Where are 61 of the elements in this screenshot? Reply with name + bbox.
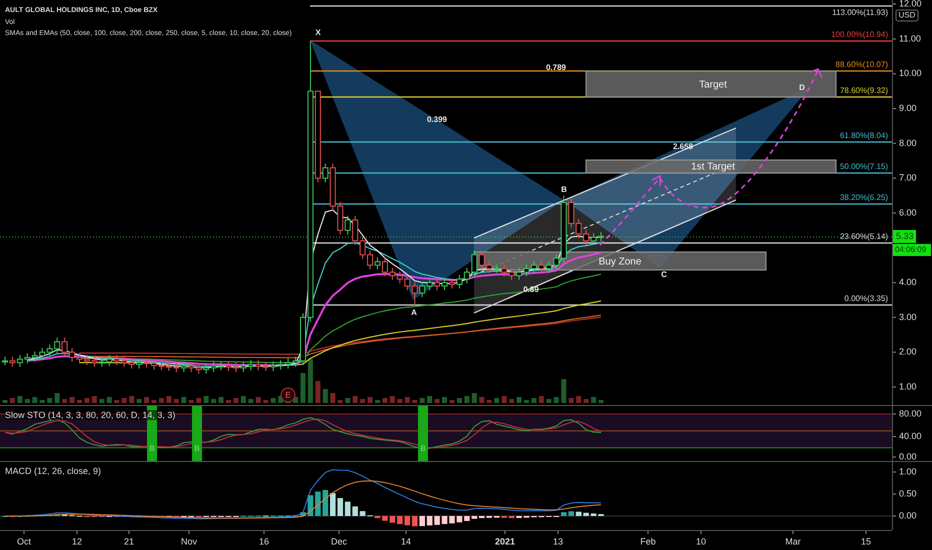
indicator-legend: Slow STO (14, 3, 3, 80, 20, 60, D, 14, 3, 3) <box>5 410 176 420</box>
price-tick-label: 10.00 <box>899 68 922 78</box>
pattern-ratio-label: 0.399 <box>426 115 448 124</box>
pattern-point-label: A <box>411 308 417 318</box>
last-price-label: 5.33 <box>893 230 916 243</box>
price-tick-label: 3.00 <box>899 312 917 322</box>
price-tick-label: 2.00 <box>899 346 917 357</box>
signal-label: B <box>149 444 155 454</box>
fib-level-label: 113.00%(11.93) <box>832 8 888 18</box>
price-tick-label: 4.00 <box>899 276 917 287</box>
pattern-point-label: B <box>561 185 567 194</box>
pattern-point-label: X <box>315 28 321 38</box>
time-tick-label: Oct <box>17 536 31 546</box>
time-tick-label: 21 <box>124 536 134 546</box>
signal-bar <box>192 406 202 461</box>
time-tick-label: 12 <box>72 536 82 546</box>
currency-badge: USD <box>896 10 918 22</box>
price-tick-label: 8.00 <box>899 138 917 148</box>
indicator-tick-label: 40.00 <box>899 430 922 441</box>
pattern-ratio-label: 0.789 <box>546 63 566 72</box>
event-marker: E <box>280 388 296 402</box>
countdown-label: 04:06:09 <box>893 244 931 256</box>
time-tick-label: 13 <box>553 536 563 546</box>
indicator-legend: MACD (12, 26, close, 9) <box>5 466 102 476</box>
signal-label: B <box>194 444 200 454</box>
zone-label: 1st Target <box>691 162 735 173</box>
indicator-tick-label: 80.00 <box>899 408 922 418</box>
indicator-tick-label: 0.00 <box>899 510 917 520</box>
fib-level-label: 23.60%(5.14) <box>840 232 888 242</box>
time-tick-label: 15 <box>861 536 871 546</box>
price-tick-label: 11.00 <box>899 33 921 44</box>
fib-level-label: 61.80%(8.04) <box>840 131 888 140</box>
time-tick-label: 2021 <box>494 536 516 546</box>
price-tick-label: 9.00 <box>899 102 917 113</box>
time-tick-label: 16 <box>259 536 269 546</box>
pattern-point-label: C <box>661 270 667 280</box>
time-tick-label: Mar <box>785 536 801 546</box>
fib-level-label: 0.00%(3.35) <box>844 294 888 304</box>
price-tick-label: 12.00 <box>899 0 922 8</box>
time-tick-label: 14 <box>401 536 411 546</box>
fib-level-label: 88.60%(10.07) <box>836 60 888 70</box>
indicator-tick-label: 0.50 <box>899 488 917 498</box>
indicator-tick-label: 1.00 <box>899 466 917 476</box>
price-tick-label: 7.00 <box>899 172 917 183</box>
fib-level-label: 50.00%(7.15) <box>840 162 888 172</box>
pattern-ratio-label: 2.658 <box>672 142 694 152</box>
time-tick-label: Dec <box>331 536 347 546</box>
time-tick-label: 10 <box>696 536 706 546</box>
price-tick-label: 6.00 <box>899 207 917 218</box>
fib-level-label: 38.20%(6.25) <box>840 193 888 202</box>
fib-level-label: 100.00%(10.94) <box>831 30 888 40</box>
time-tick-label: Nov <box>181 536 197 546</box>
signal-label: B <box>420 444 426 454</box>
zone-label: Buy Zone <box>598 256 642 268</box>
zone-label: Target <box>699 80 727 91</box>
indicator-tick-label: 0.00 <box>899 451 917 461</box>
signal-bar <box>418 406 428 461</box>
time-tick-label: Feb <box>640 536 656 546</box>
pattern-point-label: D <box>799 83 805 92</box>
fib-level-label: 78.60%(9.32) <box>840 86 888 96</box>
price-tick-label: 1.00 <box>899 381 917 392</box>
